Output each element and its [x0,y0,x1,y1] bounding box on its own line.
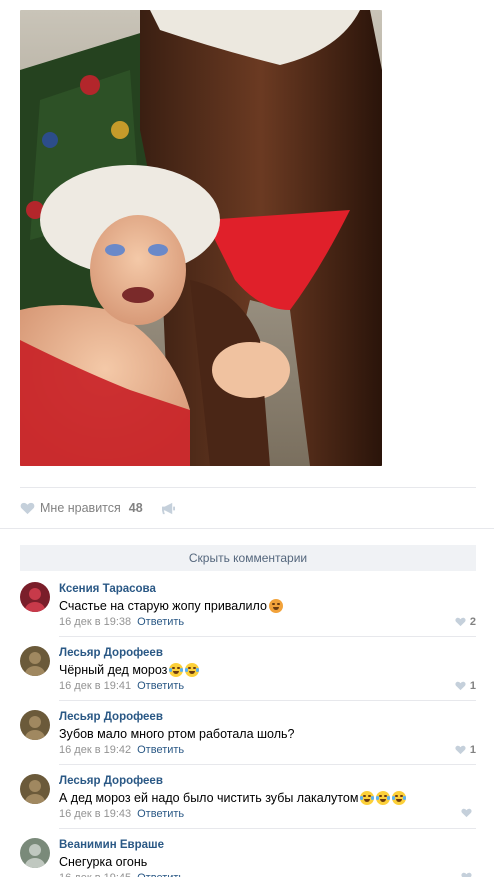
heart-icon [20,502,35,514]
comment-time[interactable]: 16 дек в 19:45 [59,872,131,877]
comment-text: Счастье на старую жопу привалило [59,599,283,613]
reply-button[interactable]: Ответить [137,744,184,756]
comment-author[interactable]: Лесьяр Дорофеев [59,711,163,723]
heart-icon [455,681,466,691]
comment-item: Веанимин Евраше Снегурка огонь 16 дек в 19… [20,829,476,877]
comment-text-body: Счастье на старую жопу привалило [59,599,267,613]
comment-like-button[interactable]: 2 [455,616,476,628]
comment-like-count: 2 [469,616,476,628]
comment-text: Зубов мало много ртом работала шоль? [59,727,294,741]
heart-icon [461,872,472,877]
comment-like-button[interactable]: 1 [455,680,476,692]
comment-like-button[interactable]: 1 [455,744,476,756]
avatar[interactable] [20,838,50,868]
comment-like-count: 1 [469,744,476,756]
reply-button[interactable]: Ответить [137,808,184,820]
laughing-emoji-icon [360,791,375,805]
comment-meta: 16 дек в 19:38 Ответить [59,616,184,628]
comment-like-button[interactable] [461,872,476,877]
comment-time[interactable]: 16 дек в 19:42 [59,744,131,756]
avatar[interactable] [20,774,50,804]
comment-meta: 16 дек в 19:41 Ответить [59,680,184,692]
comment-text-body: Чёрный дед мороз [59,663,168,677]
post-actions: Мне нравится 48 [20,496,176,520]
avatar[interactable] [20,710,50,740]
comment-time[interactable]: 16 дек в 19:38 [59,616,131,628]
comment-like-button[interactable] [461,808,476,818]
post-photo[interactable] [20,10,382,466]
comment-author[interactable]: Лесьяр Дорофеев [59,775,163,787]
comment-time[interactable]: 16 дек в 19:43 [59,808,131,820]
comment-text-body: Снегурка огонь [59,855,148,869]
comment-time[interactable]: 16 дек в 19:41 [59,680,131,692]
heart-icon [461,808,472,818]
comment-meta: 16 дек в 19:43 Ответить [59,808,184,820]
like-count: 48 [128,501,143,515]
megaphone-icon [161,502,175,514]
laughing-emoji-icon [376,791,391,805]
comment-item: Лесьяр Дорофеев А дед мороз ей надо было … [20,765,476,829]
reply-button[interactable]: Ответить [137,616,184,628]
heart-icon [455,745,466,755]
post-photo-image [20,10,382,466]
comment-item: Лесьяр Дорофеев Зубов мало много ртом раб… [20,701,476,765]
angry-emoji-icon [268,599,283,613]
like-label: Мне нравится [40,501,121,515]
avatar[interactable] [20,582,50,612]
post-divider [20,487,476,488]
comment-text: Снегурка огонь [59,855,147,869]
comment-text-body: А дед мороз ей надо было чистить зубы ла… [59,791,359,805]
comment-like-count: 1 [469,680,476,692]
comment-author[interactable]: Ксения Тарасова [59,583,156,595]
comment-text: Чёрный дед мороз [59,663,200,677]
reply-button[interactable]: Ответить [137,680,184,692]
laughing-emoji-icon [185,663,200,677]
share-button[interactable] [161,502,176,515]
comment-item: Лесьяр Дорофеев Чёрный дед мороз 16 дек в … [20,637,476,701]
comment-text: А дед мороз ей надо было чистить зубы ла… [59,791,407,805]
laughing-emoji-icon [392,791,407,805]
comment-author[interactable]: Веанимин Евраше [59,839,164,851]
comment-meta: 16 дек в 19:42 Ответить [59,744,184,756]
laughing-emoji-icon [169,663,184,677]
like-button[interactable]: Мне нравится 48 [20,501,143,515]
reply-button[interactable]: Ответить [137,872,184,877]
hide-comments-button[interactable]: Скрыть комментарии [20,545,476,571]
avatar[interactable] [20,646,50,676]
comment-text-body: Зубов мало много ртом работала шоль? [59,727,295,741]
comment-meta: 16 дек в 19:45 Ответить [59,872,184,877]
comment-item: Ксения Тарасова Счастье на старую жопу пр… [20,573,476,637]
heart-icon [455,617,466,627]
comment-author[interactable]: Лесьяр Дорофеев [59,647,163,659]
section-divider [0,528,494,529]
